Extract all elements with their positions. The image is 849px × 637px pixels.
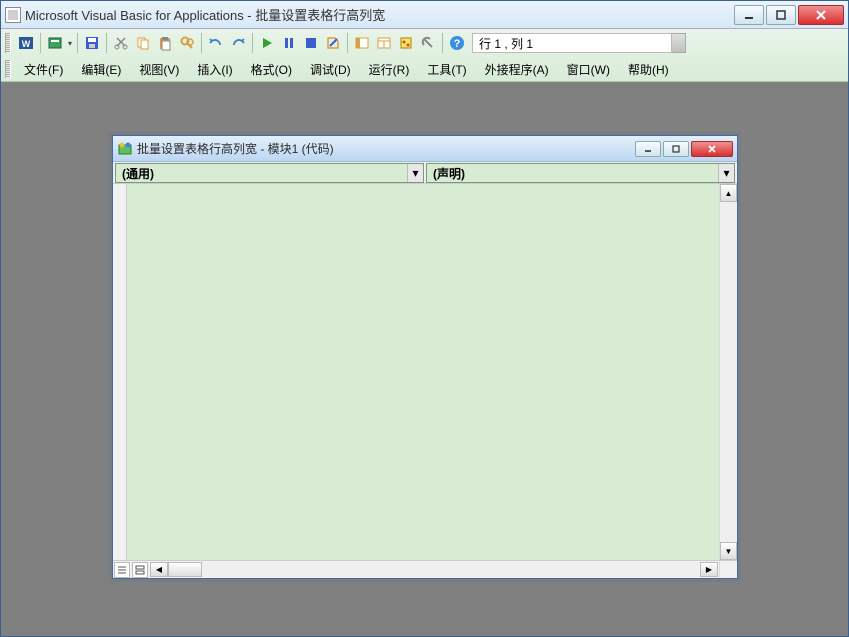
object-combo[interactable]: (通用) ▾ (115, 163, 424, 183)
main-window: Microsoft Visual Basic for Applications … (0, 0, 849, 637)
code-window-controls (635, 141, 733, 157)
close-button[interactable] (798, 5, 844, 25)
mdi-area: 批量设置表格行高列宽 - 模块1 (代码) (通用) ▾ (声明) ▾ (2, 83, 847, 635)
scroll-track[interactable] (720, 202, 737, 542)
position-indicator: 行 1 , 列 1 (472, 33, 686, 53)
paste-button[interactable] (154, 32, 176, 54)
horizontal-scrollbar[interactable]: ◀ ▶ (150, 562, 718, 577)
procedure-view-button[interactable] (114, 562, 130, 578)
code-bottom-bar: ◀ ▶ (113, 560, 737, 578)
find-button[interactable] (176, 32, 198, 54)
toolbar-grip[interactable] (5, 33, 11, 53)
full-module-view-button[interactable] (132, 562, 148, 578)
menu-edit[interactable]: 编辑(E) (72, 58, 130, 81)
code-body: ▲ ▼ (113, 184, 737, 560)
window-title: Microsoft Visual Basic for Applications … (25, 5, 732, 24)
break-button[interactable] (278, 32, 300, 54)
vertical-scrollbar[interactable]: ▲ ▼ (719, 184, 737, 560)
procedure-combo[interactable]: (声明) ▾ (426, 163, 735, 183)
maximize-button[interactable] (766, 5, 796, 25)
standard-toolbar: W ▾ ? 行 1 , (1, 29, 848, 57)
svg-text:W: W (22, 39, 31, 49)
reset-button[interactable] (300, 32, 322, 54)
save-button[interactable] (81, 32, 103, 54)
menu-debug[interactable]: 调试(D) (301, 58, 360, 81)
code-window: 批量设置表格行高列宽 - 模块1 (代码) (通用) ▾ (声明) ▾ (112, 135, 738, 579)
minimize-button[interactable] (734, 5, 764, 25)
scroll-left-icon[interactable]: ◀ (150, 562, 168, 577)
insert-module-button[interactable] (44, 32, 66, 54)
main-titlebar[interactable]: Microsoft Visual Basic for Applications … (1, 1, 848, 29)
app-icon (5, 7, 21, 23)
chevron-down-icon[interactable]: ▾ (407, 164, 423, 182)
menu-help[interactable]: 帮助(H) (619, 58, 678, 81)
cut-button[interactable] (110, 32, 132, 54)
separator (106, 33, 107, 53)
redo-button[interactable] (227, 32, 249, 54)
svg-text:?: ? (454, 38, 461, 50)
code-window-title: 批量设置表格行高列宽 - 模块1 (代码) (137, 140, 635, 157)
separator (442, 33, 443, 53)
code-maximize-button[interactable] (663, 141, 689, 157)
scroll-thumb[interactable] (168, 562, 202, 577)
separator (252, 33, 253, 53)
scroll-right-icon[interactable]: ▶ (700, 562, 718, 577)
run-button[interactable] (256, 32, 278, 54)
design-mode-button[interactable] (322, 32, 344, 54)
project-explorer-button[interactable] (351, 32, 373, 54)
separator (77, 33, 78, 53)
separator (347, 33, 348, 53)
separator (201, 33, 202, 53)
copy-button[interactable] (132, 32, 154, 54)
scroll-corner (719, 561, 737, 578)
scroll-track[interactable] (168, 562, 700, 577)
scroll-up-icon[interactable]: ▲ (720, 184, 737, 202)
menu-tools[interactable]: 工具(T) (418, 58, 475, 81)
properties-window-button[interactable] (373, 32, 395, 54)
menu-file[interactable]: 文件(F) (15, 58, 72, 81)
code-minimize-button[interactable] (635, 141, 661, 157)
scroll-down-icon[interactable]: ▼ (720, 542, 737, 560)
position-text: 行 1 , 列 1 (479, 35, 533, 52)
status-cap (672, 33, 686, 53)
menubar-grip[interactable] (5, 60, 11, 78)
object-browser-button[interactable] (395, 32, 417, 54)
menu-format[interactable]: 格式(O) (242, 58, 301, 81)
view-word-button[interactable]: W (15, 32, 37, 54)
separator (40, 33, 41, 53)
insert-dropdown-icon[interactable]: ▾ (66, 39, 74, 48)
code-margin (113, 184, 127, 560)
code-editor[interactable] (127, 184, 719, 560)
menubar: 文件(F) 编辑(E) 视图(V) 插入(I) 格式(O) 调试(D) 运行(R… (1, 57, 848, 81)
module-icon (117, 141, 133, 157)
code-titlebar[interactable]: 批量设置表格行高列宽 - 模块1 (代码) (113, 136, 737, 162)
window-controls (732, 5, 844, 25)
toolbar-area: W ▾ ? 行 1 , (1, 29, 848, 82)
menu-window[interactable]: 窗口(W) (558, 58, 619, 81)
procedure-combo-text: (声明) (427, 165, 718, 182)
toolbox-button[interactable] (417, 32, 439, 54)
menu-view[interactable]: 视图(V) (130, 58, 188, 81)
help-button[interactable]: ? (446, 32, 468, 54)
menu-run[interactable]: 运行(R) (360, 58, 419, 81)
object-combo-text: (通用) (116, 165, 407, 182)
menu-addins[interactable]: 外接程序(A) (476, 58, 558, 81)
undo-button[interactable] (205, 32, 227, 54)
chevron-down-icon[interactable]: ▾ (718, 164, 734, 182)
code-close-button[interactable] (691, 141, 733, 157)
menu-insert[interactable]: 插入(I) (188, 58, 241, 81)
code-combo-bar: (通用) ▾ (声明) ▾ (113, 162, 737, 184)
